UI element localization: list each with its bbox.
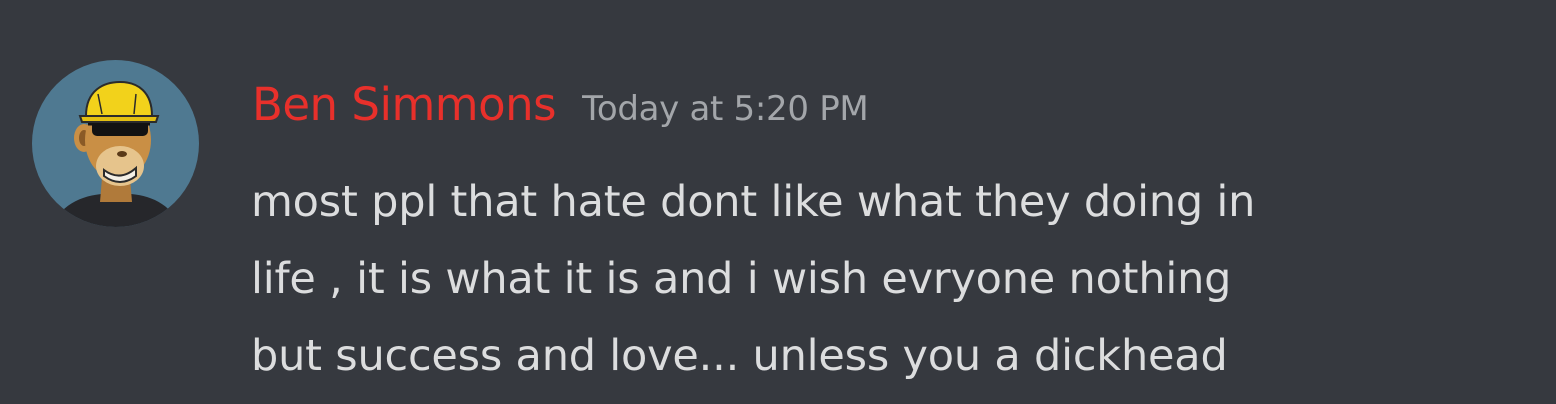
author-name[interactable]: Ben Simmons	[252, 78, 557, 131]
message-header: Ben Simmons Today at 5:20 PM	[252, 78, 869, 140]
message-text-line: but success and love... unless you a dic…	[251, 331, 1228, 381]
avatar[interactable]	[32, 60, 199, 227]
message-text-line: most ppl that hate dont like what they d…	[251, 177, 1256, 227]
bored-ape-avatar-icon	[32, 60, 199, 227]
message-timestamp: Today at 5:20 PM	[582, 89, 869, 129]
message-content: most ppl that hate dont like what they d…	[251, 164, 1541, 395]
chat-message: Ben Simmons Today at 5:20 PM most ppl th…	[0, 0, 1556, 404]
message-text-line: life , it is what it is and i wish evryo…	[251, 254, 1232, 304]
